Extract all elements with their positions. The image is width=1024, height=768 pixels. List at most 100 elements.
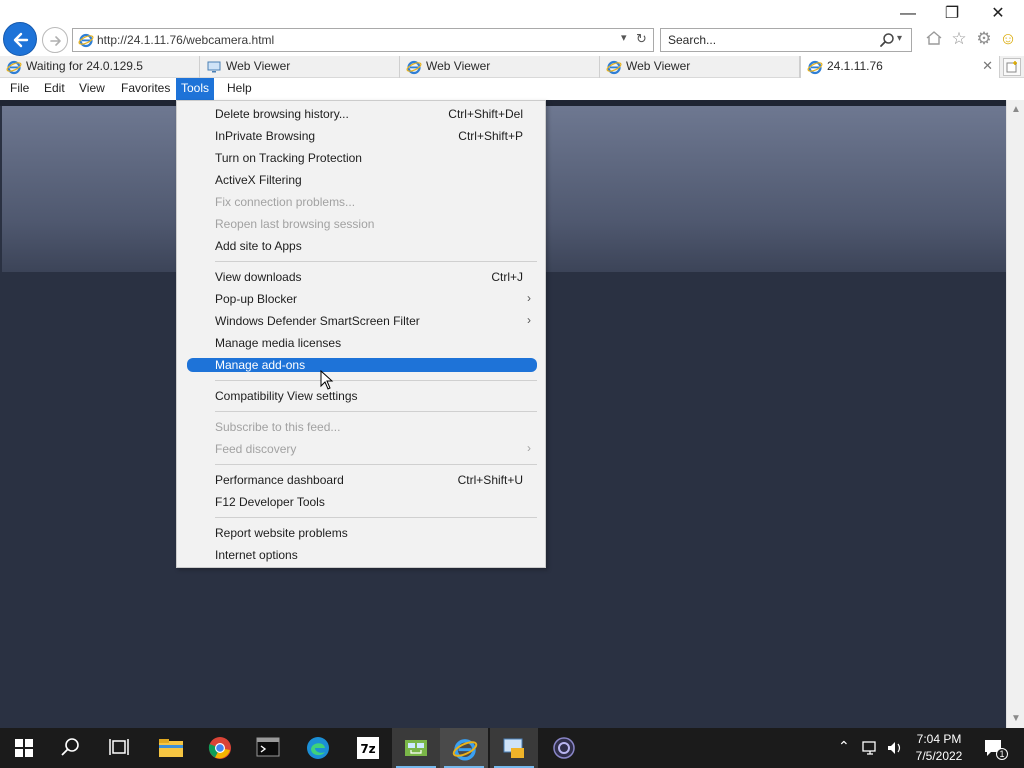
search-placeholder: Search... — [668, 33, 717, 47]
volume-icon[interactable] — [886, 740, 904, 756]
tab-label: 24.1.11.76 — [827, 59, 883, 73]
search-box[interactable]: Search... ▾ — [660, 28, 912, 52]
taskbar-internet-explorer[interactable] — [440, 728, 488, 768]
favorites-star-icon[interactable]: ☆ — [949, 29, 969, 49]
tab-label: Web Viewer — [626, 59, 691, 73]
close-button[interactable]: ✕ — [988, 5, 1008, 23]
tab-3[interactable]: Web Viewer — [400, 56, 600, 78]
menu-separator — [215, 464, 537, 465]
obs-icon — [553, 737, 575, 759]
ie-icon — [406, 60, 422, 75]
browser-toolbar: http://24.1.11.76/webcamera.html ▾ ↻ Sea… — [0, 0, 1024, 56]
network-status-icon[interactable] — [862, 740, 880, 756]
menu-item-internet-options[interactable]: Internet options — [187, 548, 537, 562]
menu-view[interactable]: View — [74, 78, 110, 100]
clock-date[interactable]: 7/5/2022 — [904, 749, 974, 763]
tab-label: Web Viewer — [426, 59, 491, 73]
submenu-chevron-icon: › — [527, 441, 531, 455]
chrome-icon — [208, 737, 231, 759]
menu-item-manage-addons[interactable]: Manage add-ons — [187, 358, 537, 372]
tab-4[interactable]: Web Viewer — [600, 56, 800, 78]
menu-help[interactable]: Help — [222, 78, 257, 100]
ie-icon — [6, 60, 22, 75]
minimize-button[interactable]: — — [898, 5, 918, 23]
gear-icon[interactable]: ⚙ — [974, 29, 994, 49]
home-icon[interactable] — [924, 29, 944, 49]
taskbar-search-button[interactable] — [48, 728, 96, 768]
refresh-icon[interactable]: ↻ — [636, 31, 647, 47]
menu-item-media-licenses[interactable]: Manage media licenses — [187, 336, 537, 350]
start-button[interactable] — [0, 728, 48, 768]
submenu-chevron-icon: › — [527, 313, 531, 327]
taskbar-network-tool[interactable] — [392, 728, 440, 768]
tab-strip: Waiting for 24.0.129.5 Web Viewer Web Vi… — [0, 56, 1024, 78]
taskbar-obs[interactable] — [540, 728, 588, 768]
menu-item-view-downloads[interactable]: View downloads Ctrl+J — [187, 270, 537, 284]
address-dropdown-icon[interactable]: ▾ — [621, 31, 627, 44]
menu-item-feed-discovery: Feed discovery › — [215, 441, 531, 456]
submenu-chevron-icon: › — [527, 291, 531, 305]
tab-1[interactable]: Waiting for 24.0.129.5 — [0, 56, 200, 78]
menu-separator — [215, 411, 537, 412]
task-view-button[interactable] — [96, 728, 144, 768]
maximize-button[interactable]: ❐ — [942, 5, 962, 23]
menu-item-tracking-protection[interactable]: Turn on Tracking Protection — [187, 151, 537, 165]
vertical-scrollbar[interactable]: ▲ ▼ — [1006, 100, 1024, 728]
menu-item-inprivate[interactable]: InPrivate Browsing Ctrl+Shift+P — [187, 129, 537, 143]
menu-item-f12-devtools[interactable]: F12 Developer Tools — [187, 495, 537, 509]
tab-label: Web Viewer — [226, 59, 291, 73]
address-bar[interactable]: http://24.1.11.76/webcamera.html ▾ ↻ — [72, 28, 654, 52]
new-tab-button[interactable] — [1003, 58, 1021, 76]
tab-5-active[interactable]: 24.1.11.76 ✕ — [800, 56, 1000, 78]
menu-item-smartscreen[interactable]: Windows Defender SmartScreen Filter › — [187, 313, 537, 328]
menu-item-delete-history[interactable]: Delete browsing history... Ctrl+Shift+De… — [187, 107, 537, 121]
menu-tools[interactable]: Tools — [176, 78, 215, 100]
menu-separator — [215, 380, 537, 381]
menu-separator — [215, 517, 537, 518]
tab-label: Waiting for 24.0.129.5 — [26, 59, 143, 73]
address-url: http://24.1.11.76/webcamera.html — [97, 33, 275, 47]
scroll-up-icon[interactable]: ▲ — [1011, 104, 1021, 115]
menu-item-fix-connection: Fix connection problems... — [215, 195, 356, 209]
taskbar-terminal[interactable] — [244, 728, 292, 768]
menu-edit[interactable]: Edit — [39, 78, 70, 100]
task-view-icon — [109, 739, 129, 755]
smiley-feedback-icon[interactable]: ☺ — [998, 29, 1018, 49]
taskbar-edge[interactable] — [294, 728, 342, 768]
menu-separator — [215, 261, 537, 262]
7zip-icon: 7z — [357, 737, 379, 759]
tray-chevron-up-icon[interactable]: ⌃ — [838, 738, 850, 755]
scroll-down-icon[interactable]: ▼ — [1011, 713, 1021, 724]
search-dropdown-icon[interactable]: ▾ — [897, 33, 902, 44]
menu-favorites[interactable]: Favorites — [116, 78, 175, 100]
remote-desktop-icon — [503, 738, 524, 758]
tools-menu: Delete browsing history... Ctrl+Shift+De… — [176, 100, 546, 568]
mouse-cursor-icon — [320, 370, 334, 390]
search-icon[interactable] — [879, 32, 895, 48]
back-arrow-icon — [13, 32, 29, 48]
tab-close-icon[interactable]: ✕ — [982, 58, 993, 74]
back-button[interactable] — [3, 22, 37, 56]
taskbar-7zip[interactable]: 7z — [344, 728, 392, 768]
menu-item-report-problems[interactable]: Report website problems — [187, 526, 537, 540]
clock-time[interactable]: 7:04 PM — [904, 732, 974, 746]
menu-item-activex-filtering[interactable]: ActiveX Filtering — [187, 173, 537, 187]
taskbar-remote-desktop[interactable] — [490, 728, 538, 768]
new-tab-icon — [1006, 61, 1017, 73]
windows-start-icon — [15, 739, 33, 757]
network-tool-icon — [405, 740, 427, 756]
edge-icon — [307, 737, 329, 759]
menu-file[interactable]: File — [5, 78, 34, 100]
ie-icon — [606, 60, 622, 75]
taskbar-chrome[interactable] — [196, 728, 244, 768]
menu-item-add-site-to-apps[interactable]: Add site to Apps — [187, 239, 537, 253]
forward-button[interactable] — [42, 27, 68, 53]
menu-item-popup-blocker[interactable]: Pop-up Blocker › — [187, 291, 537, 306]
taskbar-file-explorer[interactable] — [146, 728, 194, 768]
notification-count-badge: 1 — [996, 748, 1008, 760]
svg-text:7z: 7z — [360, 742, 375, 756]
menu-item-performance-dashboard[interactable]: Performance dashboard Ctrl+Shift+U — [187, 473, 537, 487]
tab-2[interactable]: Web Viewer — [200, 56, 400, 78]
monitor-icon — [207, 61, 221, 73]
menu-item-compatibility-view[interactable]: Compatibility View settings — [187, 389, 537, 403]
